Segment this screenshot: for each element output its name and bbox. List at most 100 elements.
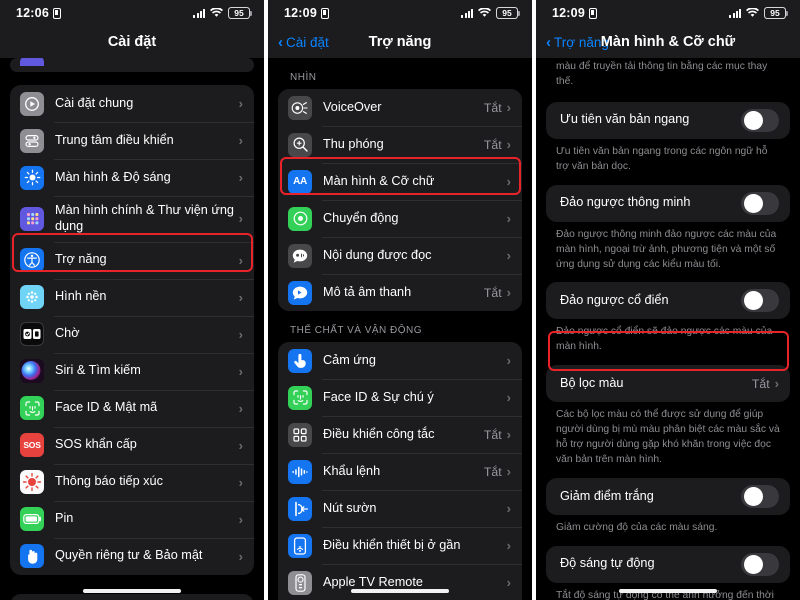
battery-percent: 95 [234,7,244,18]
accessibility-row-voiceover[interactable]: VoiceOver Tắt › [278,89,522,126]
chevron-right-icon: › [238,474,243,490]
toggle-reduce-white-point[interactable] [741,484,779,508]
settings-row-emergency-sos[interactable]: SOS SOS khẩn cấp › [10,426,254,464]
cellular-signal-icon [193,8,205,18]
accessibility-row-voice-control[interactable]: Khẩu lệnh Tắt › [278,453,522,490]
row-value: Tắt [483,427,502,442]
settings-row-label: Quyền riêng tư & Bảo mật [55,548,203,563]
toggle-prefer-horizontal-text[interactable] [741,108,779,132]
toggle-row-reduce-white-point[interactable]: Giảm điểm trắng [546,478,790,515]
toggle-row-prefer-horizontal-text[interactable]: Ưu tiên văn bản ngang [546,102,790,139]
chevron-right-icon: › [238,400,243,416]
settings-row-display-brightness[interactable]: Màn hình & Độ sáng › [10,159,254,196]
apple-account-icon [20,58,44,66]
display-text-size-list[interactable]: màu để truyền tải thông tin bằng các mục… [536,58,800,600]
settings-row-label: Điều khiển thiết bị ở gần [323,537,461,552]
chevron-right-icon: › [506,248,511,263]
settings-row-privacy-security[interactable]: Quyền riêng tư & Bảo mật › [10,537,254,575]
accessibility-row-touch[interactable]: Cảm ứng › [278,342,522,379]
chevron-right-icon: › [506,464,511,479]
battery-percent: 95 [502,7,512,18]
accessibility-row-side-button[interactable]: Nút sườn › [278,490,522,527]
toggle-knob [743,193,763,213]
control-nearby-devices-icon [288,533,312,558]
accessibility-row-display-text-size[interactable]: AA Màn hình & Cỡ chữ › [278,163,522,200]
settings-row-face-id-passcode[interactable]: Face ID & Mật mã › [10,389,254,427]
settings-row-label: SOS khẩn cấp [55,437,137,452]
exposure-notification-icon [20,470,44,495]
settings-row-general[interactable]: Cài đặt chung › [10,85,254,122]
row-value: Tắt [483,100,502,115]
chevron-right-icon: › [506,427,511,442]
footnote-color-filters: Các bộ lọc màu có thể được sử dụng để gi… [556,409,780,466]
settings-row-label: Thu phóng [323,136,384,151]
switch-control-icon [288,422,312,447]
display-text-size-icon: AA [288,169,312,194]
touch-icon [288,348,312,373]
battery-icon [20,507,44,532]
accessibility-row-motion[interactable]: Chuyển động › [278,200,522,237]
settings-row-label: Thông báo tiếp xúc [55,474,163,489]
accessibility-row-control-nearby-devices[interactable]: Điều khiển thiết bị ở gần › [278,527,522,564]
setting-group-reduce-white-point: Giảm điểm trắng [546,477,790,515]
accessibility-row-switch-control[interactable]: Điều khiển công tắc Tắt › [278,416,522,453]
accessibility-row-zoom[interactable]: Thu phóng Tắt › [278,126,522,163]
chevron-right-icon: › [506,575,511,590]
settings-row-standby[interactable]: Chờ › [10,315,254,353]
settings-row-battery[interactable]: Pin › [10,500,254,538]
settings-row-label: Trợ năng [55,252,107,267]
settings-row-label: Chờ [55,326,80,341]
settings-group-main: Cài đặt chung › Trung tâm điều khiển › M… [10,85,254,575]
setting-group-auto-brightness: Độ sáng tự động [546,545,790,583]
settings-row-label: Màn hình & Độ sáng [55,169,171,184]
status-indicators: 95 [729,7,788,19]
settings-row-label: Face ID & Sự chú ý [323,389,434,404]
settings-row-app-store[interactable]: App Store › [10,594,254,600]
accessibility-row-apple-tv-remote[interactable]: Apple TV Remote › [278,564,522,600]
three-panel-screenshot: 12:06 95 Cài đặt Cài đặt chung › Trung t… [0,0,800,600]
toggle-row-classic-invert[interactable]: Đảo ngược cổ điển [546,282,790,319]
back-button[interactable]: ‹ Trợ năng [546,35,609,50]
status-bar: 12:06 95 [0,0,264,26]
toggle-auto-brightness[interactable] [741,552,779,576]
status-bar: 12:09 95 [268,0,532,26]
accessibility-list[interactable]: NHÌN VoiceOver Tắt › Thu phóng Tắt › AA … [268,58,532,600]
back-button-label: Trợ năng [554,34,609,50]
chevron-right-icon: › [238,363,243,379]
back-button[interactable]: ‹ Cài đặt [278,35,329,50]
wifi-icon [478,8,491,18]
toggle-smart-invert[interactable] [741,191,779,215]
setting-group-smart-invert: Đảo ngược thông minh [546,184,790,222]
chevron-right-icon: › [506,538,511,553]
accessibility-row-spoken-content[interactable]: Nội dung được đọc › [278,237,522,274]
voiceover-icon [288,95,312,120]
toggle-classic-invert[interactable] [741,289,779,313]
back-button-label: Cài đặt [286,34,329,50]
settings-row-label: Nút sườn [323,500,377,515]
battery-status-icon: 95 [764,7,788,19]
status-time: 12:09 [284,6,317,20]
settings-row-home-screen[interactable]: Màn hình chính & Thư viện ứng dụng › [10,196,254,242]
settings-row-siri-search[interactable]: Siri & Tìm kiếm › [10,352,254,390]
accessibility-row-audio-descriptions[interactable]: Mô tả âm thanh Tắt › [278,274,522,311]
spoken-content-icon [288,243,312,268]
chevron-right-icon: › [506,501,511,516]
toggle-row-smart-invert[interactable]: Đảo ngược thông minh [546,185,790,222]
phone-panel-settings-root: 12:06 95 Cài đặt Cài đặt chung › Trung t… [0,0,264,600]
home-screen-app-library-icon [20,206,44,231]
chevron-right-icon: › [506,390,511,405]
settings-row-accessibility[interactable]: Trợ năng › [10,241,254,279]
chevron-right-icon: › [238,211,243,227]
chevron-right-icon: › [506,137,511,152]
chevron-left-icon: ‹ [546,33,551,51]
emergency-sos-icon: SOS [20,433,44,458]
settings-row-wallpaper[interactable]: Hình nền › [10,278,254,316]
settings-list[interactable]: Cài đặt chung › Trung tâm điều khiển › M… [0,58,264,600]
motion-icon [288,206,312,231]
accessibility-row-face-id-attention[interactable]: Face ID & Sự chú ý › [278,379,522,416]
settings-row-exposure-notifications[interactable]: Thông báo tiếp xúc › [10,463,254,501]
link-row-color-filters[interactable]: Bộ lọc màu Tắt › [546,365,790,402]
row-value: Tắt [483,464,502,479]
toggle-row-auto-brightness[interactable]: Độ sáng tự động [546,546,790,583]
settings-row-control-center[interactable]: Trung tâm điều khiển › [10,122,254,159]
